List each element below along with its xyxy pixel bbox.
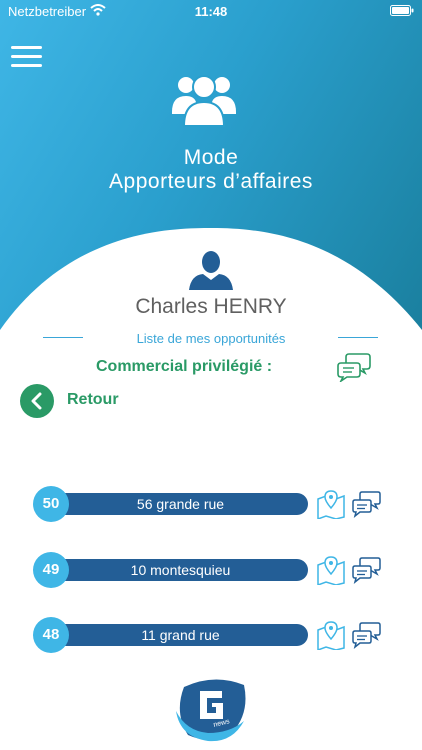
chat-bubbles-icon[interactable] — [352, 621, 381, 649]
chat-bubbles-icon[interactable] — [352, 490, 381, 518]
back-button[interactable]: Retour — [20, 384, 130, 418]
back-label: Retour — [67, 391, 119, 408]
chat-bubbles-icon[interactable] — [337, 352, 371, 382]
g-news-logo: news — [176, 679, 246, 742]
map-pin-icon[interactable] — [317, 620, 345, 650]
mode-title-line2: Apporteurs d’affaires — [109, 170, 313, 193]
battery-icon — [390, 5, 414, 16]
opportunity-item: 56 grande rue 50 — [33, 484, 393, 524]
hamburger-menu-icon[interactable] — [11, 46, 42, 68]
divider-right — [338, 337, 378, 338]
opportunity-number-badge: 48 — [33, 617, 69, 653]
back-circle — [20, 384, 54, 418]
map-pin-icon[interactable] — [317, 489, 345, 519]
opportunity-number-badge: 50 — [33, 486, 69, 522]
opportunity-address: 10 montesquieu — [130, 562, 231, 578]
opportunity-address: 11 grand rue — [141, 627, 220, 643]
mode-title-line1: Mode — [183, 146, 239, 169]
opportunity-address: 56 grande rue — [136, 496, 225, 512]
chevron-left-icon — [31, 392, 42, 410]
opportunity-item: 10 montesquieu 49 — [33, 550, 393, 590]
list-title-row: Liste de mes opportunités — [0, 331, 422, 347]
list-title: Liste de mes opportunités — [136, 331, 286, 346]
user-name: Charles HENRY — [135, 295, 287, 318]
chat-bubbles-icon[interactable] — [352, 556, 381, 584]
mode-title: Mode Apporteurs d’affaires — [0, 146, 422, 194]
commercial-label: Commercial privilégié : — [96, 358, 273, 375]
map-pin-icon[interactable] — [317, 555, 345, 585]
avatar-icon — [189, 251, 233, 290]
clock: 11:48 — [194, 4, 228, 19]
status-bar: Netzbetreiber 11:48 — [0, 0, 422, 22]
group-users-icon — [172, 75, 236, 127]
opportunity-item: 11 grand rue 48 — [33, 615, 393, 655]
opportunity-number-badge: 49 — [33, 552, 69, 588]
